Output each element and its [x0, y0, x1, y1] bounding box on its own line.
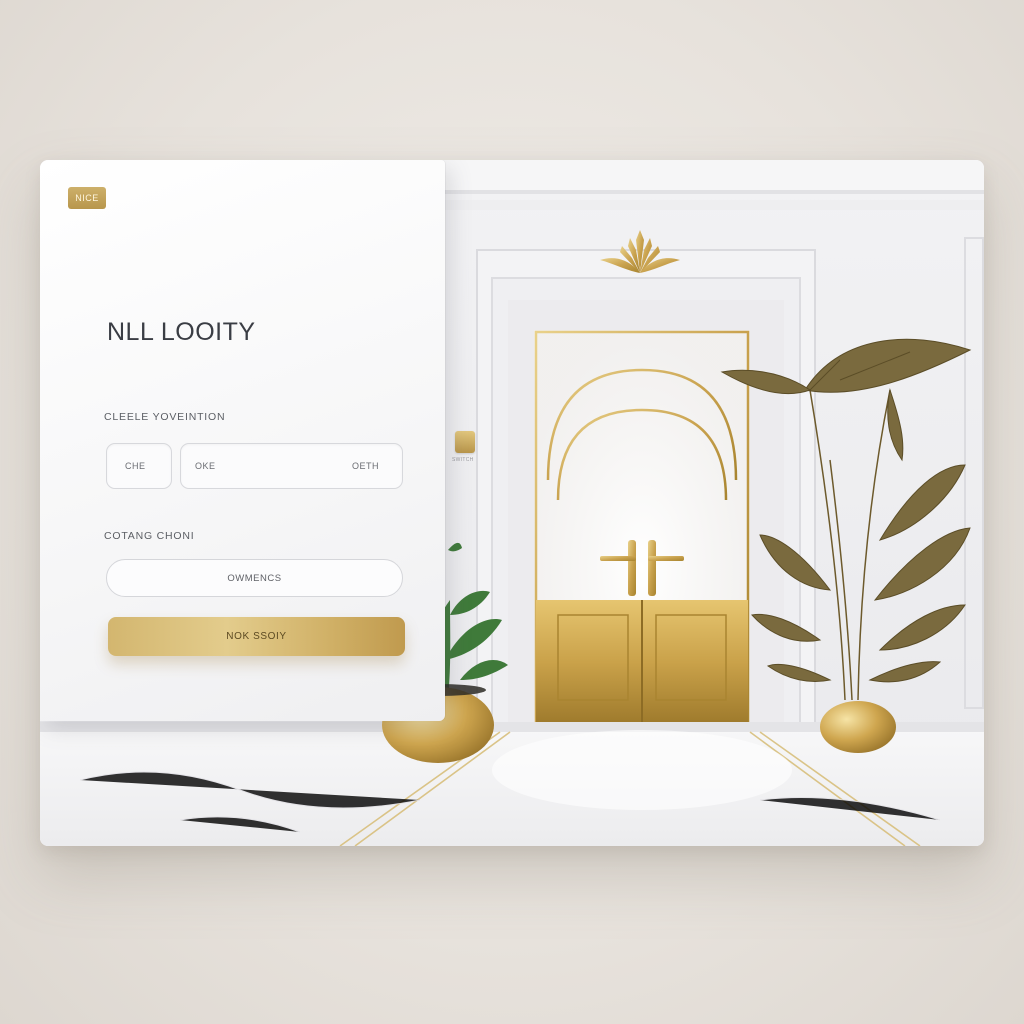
brand-badge: NICE [68, 187, 106, 209]
page-title: NLL LOOITY [107, 318, 256, 346]
long-input[interactable]: OKE OETH [180, 443, 403, 489]
short-input-value: CHE [125, 461, 146, 471]
submit-button[interactable]: NOK SSOIY [108, 617, 405, 656]
short-input[interactable]: CHE [106, 443, 172, 489]
submit-button-label: NOK SSOIY [226, 631, 287, 642]
section-label-1: CLEELE YOVEINTION [104, 411, 226, 423]
section-label-2: COTANG CHONI [104, 530, 195, 542]
selector-input[interactable]: OWMENCS [106, 559, 403, 597]
long-input-value: OKE [195, 461, 216, 471]
login-card: SWITCH NICE NLL LOOITY CLEELE YOVEINTION… [40, 160, 984, 846]
wall-switch [455, 431, 475, 453]
selector-input-value: OWMENCS [227, 572, 282, 584]
long-input-suffix: OETH [351, 461, 379, 471]
login-panel: NICE NLL LOOITY CLEELE YOVEINTION CHE OK… [40, 160, 445, 721]
switch-label: SWITCH [452, 457, 474, 463]
